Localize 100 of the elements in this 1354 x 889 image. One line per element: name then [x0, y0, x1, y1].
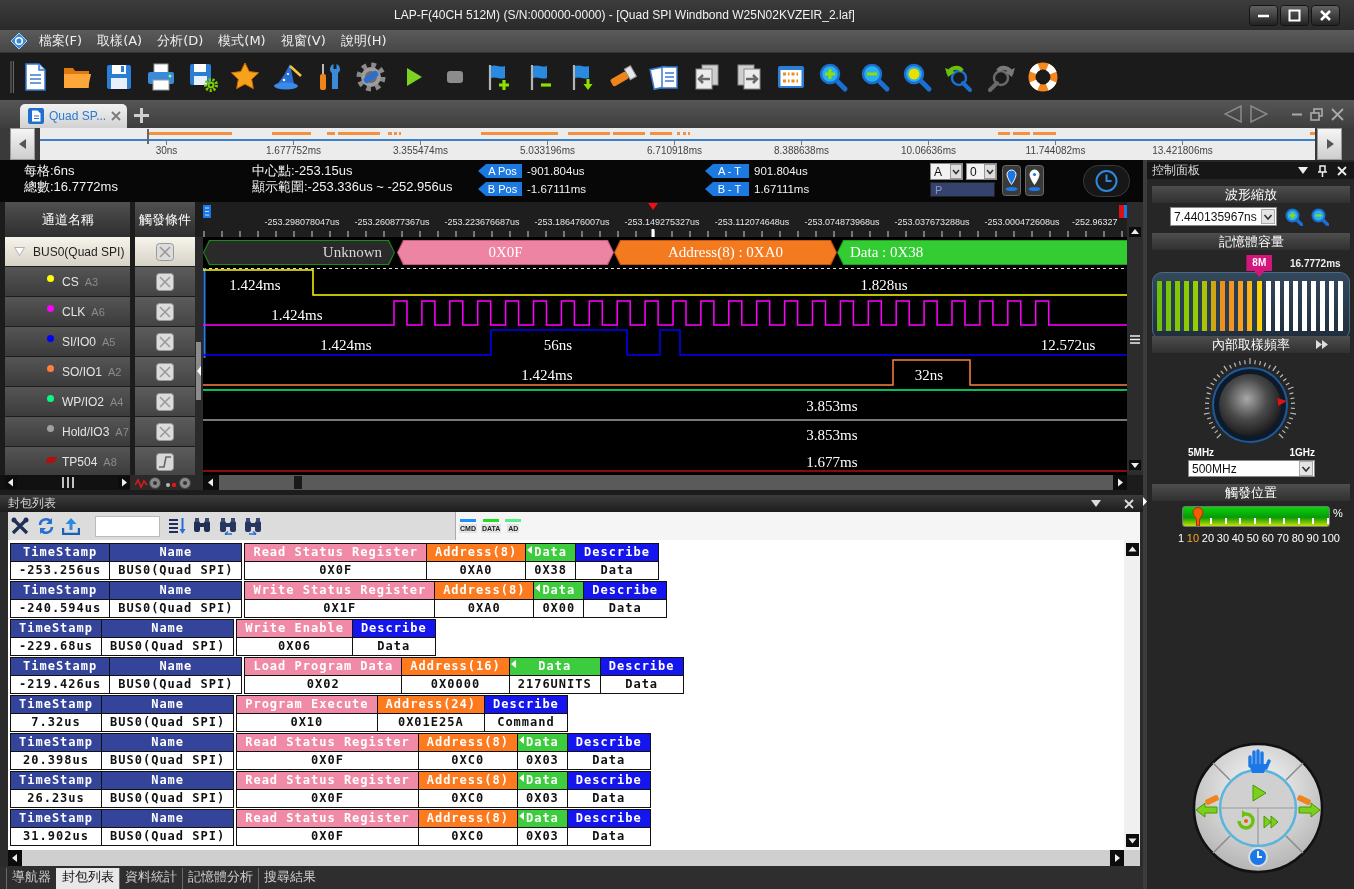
scroll-right-button[interactable]	[1317, 128, 1342, 160]
panel-tab[interactable]: 封包列表	[56, 868, 119, 889]
caret-icon[interactable]	[950, 164, 962, 179]
refresh-icon[interactable]	[36, 517, 55, 535]
channel-row[interactable]: SO/IO1 A2	[5, 357, 130, 386]
scroll-up-icon[interactable]	[1129, 227, 1141, 237]
slider-thumb[interactable]	[1191, 507, 1204, 526]
trigger-cell[interactable]	[135, 267, 195, 296]
pin-icon[interactable]	[1318, 164, 1327, 177]
cross-box-icon[interactable]	[156, 422, 174, 441]
menu-item[interactable]: 分析(D)	[149, 30, 211, 52]
dropdown-icon[interactable]	[1298, 167, 1308, 174]
channel-row[interactable]: CLK A6	[5, 297, 130, 326]
scroll-right-icon[interactable]	[1110, 850, 1124, 866]
pattern-field[interactable]: P	[930, 182, 995, 197]
edge-trigger-icon[interactable]	[156, 452, 174, 471]
trigger-cell[interactable]	[135, 237, 195, 266]
scroll-left-button[interactable]	[10, 128, 35, 160]
view-position-marker[interactable]	[147, 129, 149, 144]
clock-icon[interactable]	[1083, 165, 1130, 197]
overview-track[interactable]: 30ns 1.677752ms 3.355474ms 5.033196ms 6.710918ms 8.388638ms 10.06636ms 11.744082ms 13.421806ms	[40, 128, 1315, 160]
cursor-select[interactable]: 0	[966, 163, 997, 180]
map-pin-icon[interactable]	[1025, 165, 1044, 196]
scroll-right-icon[interactable]	[1325, 139, 1334, 149]
crossed-tools-icon[interactable]	[11, 517, 29, 535]
scroll-left-icon[interactable]	[8, 850, 22, 866]
dot-knob-icon[interactable]	[165, 476, 191, 489]
table-cell: 7.32us	[10, 714, 102, 732]
scroll-up-icon[interactable]	[1125, 543, 1139, 556]
menu-item[interactable]: 視窗(V)	[273, 30, 334, 52]
channel-row[interactable]: Hold/IO3 A7	[5, 417, 130, 446]
lifebuoy-icon[interactable]	[1027, 60, 1059, 93]
knob-pointer[interactable]	[1277, 397, 1287, 406]
printer-icon[interactable]	[145, 60, 177, 93]
trigger-cell[interactable]	[135, 447, 195, 475]
menu-item[interactable]: 檔案(F)	[31, 30, 90, 52]
trigger-cell[interactable]	[135, 297, 195, 326]
flashlight-arrow-left-icon[interactable]	[1195, 794, 1220, 818]
scroll-left-icon[interactable]	[18, 139, 27, 149]
hand-icon[interactable]	[1248, 749, 1271, 773]
app-logo-icon[interactable]	[10, 32, 28, 50]
flashlight-arrow-right-icon[interactable]	[1296, 794, 1321, 818]
gear-icon[interactable]	[355, 60, 387, 93]
trigger-cell[interactable]	[135, 357, 195, 386]
toolbar-grip[interactable]	[10, 59, 14, 94]
find-previous-icon[interactable]	[218, 517, 237, 535]
caret-icon[interactable]	[1299, 461, 1313, 476]
scroll-right-icon[interactable]	[1113, 475, 1127, 490]
wave-knob-icon[interactable]	[135, 476, 161, 489]
cursor-select[interactable]: A	[930, 163, 963, 180]
panel-tab[interactable]: 記憶體分析	[182, 868, 258, 889]
caret-icon[interactable]	[984, 164, 996, 179]
menu-item[interactable]: 取樣(A)	[89, 30, 150, 52]
scroll-left-icon[interactable]	[203, 475, 219, 490]
zoom-out-icon[interactable]	[1311, 207, 1329, 226]
close-icon[interactable]	[1311, 4, 1340, 26]
trigger-cell[interactable]	[135, 327, 195, 356]
collapse-arrow-icon[interactable]	[196, 366, 201, 376]
caret-icon[interactable]	[1261, 209, 1275, 224]
zoom-select[interactable]: 7.440135967ns	[1170, 207, 1277, 226]
sort-icon[interactable]	[167, 517, 186, 535]
maximize-icon[interactable]	[1280, 4, 1309, 26]
channel-row[interactable]: WP/IO2 A4	[5, 387, 130, 416]
scroll-down-icon[interactable]	[1129, 460, 1141, 470]
trigger-cell[interactable]	[135, 417, 195, 446]
scroll-thumb[interactable]	[60, 477, 75, 488]
start-marker-icon[interactable]	[203, 205, 211, 218]
restore-icon[interactable]	[1310, 107, 1323, 121]
cross-box-icon[interactable]	[156, 392, 174, 411]
panel-tab[interactable]: 搜尋結果	[258, 868, 321, 889]
trigger-cell[interactable]	[135, 387, 195, 416]
cross-box-icon[interactable]	[156, 332, 174, 351]
scroll-thumb[interactable]	[294, 476, 302, 489]
dropdown-icon[interactable]	[1091, 500, 1101, 507]
expand-arrow-icon[interactable]	[1143, 497, 1147, 506]
cross-box-icon[interactable]	[156, 362, 174, 381]
channel-row[interactable]: CS A3	[5, 267, 130, 296]
scroll-down-icon[interactable]	[1125, 834, 1139, 847]
find-next-icon[interactable]	[244, 517, 262, 535]
zoom-in-icon[interactable]	[1285, 207, 1303, 226]
channel-row[interactable]: SI/IO0 A5	[5, 327, 130, 356]
trigger-position-slider[interactable]	[1182, 506, 1330, 527]
menu-item[interactable]: 模式(M)	[210, 30, 274, 52]
panel-tab[interactable]: 資料統計	[119, 868, 182, 889]
map-pin-icon[interactable]	[1002, 165, 1021, 196]
cross-box-icon[interactable]	[156, 302, 174, 321]
upload-icon[interactable]	[62, 517, 80, 535]
minimize-icon[interactable]	[1249, 4, 1278, 26]
splitter-handle[interactable]	[196, 342, 201, 400]
frequency-knob[interactable]	[1212, 367, 1288, 443]
channel-row[interactable]: TP504 A8	[5, 447, 130, 475]
binoculars-icon[interactable]	[193, 517, 211, 535]
cross-box-icon[interactable]	[156, 272, 174, 291]
search-field[interactable]	[95, 515, 160, 537]
add-tab-icon[interactable]	[134, 108, 150, 123]
end-marker-icon[interactable]	[1119, 205, 1127, 218]
splitter-grip-icon[interactable]	[1130, 335, 1140, 344]
menu-item[interactable]: 說明(H)	[333, 30, 395, 52]
frequency-select[interactable]: 500MHz	[1188, 460, 1315, 477]
channel-row[interactable]: BUS0(Quad SPI)	[5, 237, 130, 266]
